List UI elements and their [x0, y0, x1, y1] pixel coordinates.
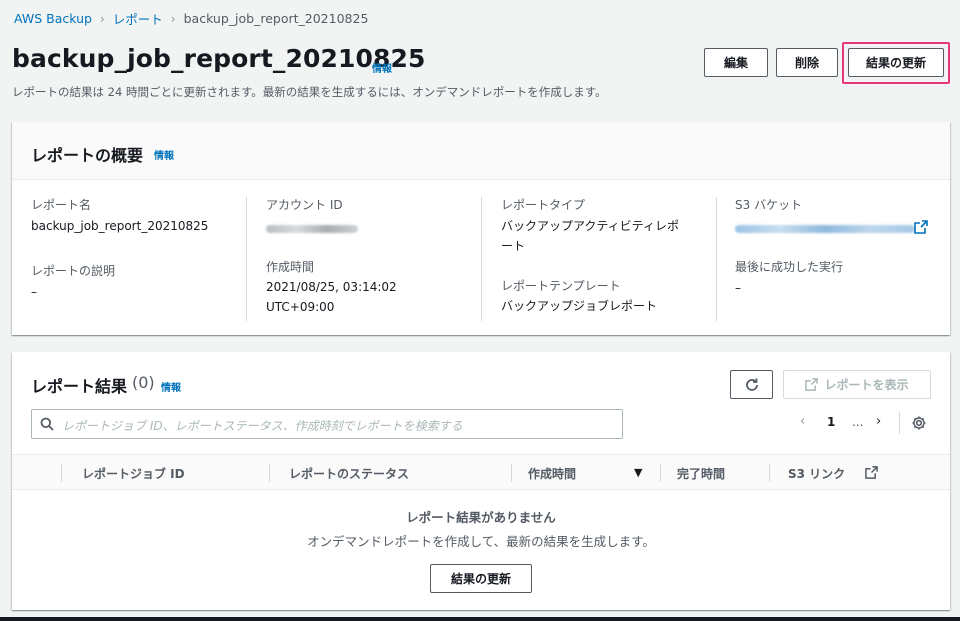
page-description: レポートの結果は 24 時間ごとに更新されます。最新の結果を生成するには、オンデ… [12, 85, 607, 99]
delete-button[interactable]: 削除 [776, 48, 838, 77]
column-header-created-time[interactable]: 作成時間 [528, 465, 576, 482]
account-id-label: アカウント ID [266, 198, 343, 212]
divider [899, 412, 900, 434]
column-divider [716, 197, 717, 321]
report-name-label: レポート名 [31, 198, 92, 212]
view-report-button[interactable]: レポートを表示 [783, 370, 931, 399]
column-divider [481, 197, 482, 321]
breadcrumb-aws-backup[interactable]: AWS Backup [14, 11, 92, 26]
created-time-value: 2021/08/25, 03:14:02 [266, 280, 397, 294]
report-name-value: backup_job_report_20210825 [31, 219, 209, 233]
info-link[interactable]: 情報 [154, 147, 174, 162]
page-number-1[interactable]: 1 [827, 415, 835, 429]
external-link-icon [865, 466, 878, 479]
breadcrumb-reports[interactable]: レポート [113, 9, 163, 28]
info-link[interactable]: 情報 [372, 60, 392, 75]
chevron-right-icon: › [99, 11, 105, 26]
pagination-ellipsis: ... [852, 415, 864, 429]
external-link-icon[interactable] [914, 220, 928, 234]
chevron-right-icon: › [170, 11, 176, 26]
search-input[interactable]: レポートジョブ ID、レポートステータス、作成時刻でレポートを検索する [31, 409, 623, 439]
report-description-value: – [31, 285, 37, 299]
report-template-value: バックアップジョブレポート [501, 299, 658, 313]
window-bottom-edge [0, 617, 960, 621]
empty-state-description: オンデマンドレポートを作成して、最新の結果を生成します。 [307, 534, 655, 549]
breadcrumb: AWS Backup › レポート › backup_job_report_20… [14, 9, 368, 28]
last-successful-run-label: 最後に成功した実行 [735, 260, 844, 274]
breadcrumb-current: backup_job_report_20210825 [183, 11, 369, 26]
account-id-value-redacted [266, 225, 358, 233]
edit-button[interactable]: 編集 [704, 48, 768, 77]
column-header-status[interactable]: レポートのステータス [289, 465, 409, 482]
column-divider [269, 464, 270, 482]
column-header-job-id[interactable]: レポートジョブ ID [82, 465, 185, 482]
created-time-zone: UTC+09:00 [266, 300, 335, 314]
last-successful-run-value: – [735, 281, 741, 295]
next-page-button[interactable]: › [876, 414, 881, 429]
gear-icon[interactable] [911, 415, 927, 431]
panel-title: レポート結果 [31, 377, 128, 396]
refresh-icon [745, 378, 758, 391]
panel-header: レポートの概要 情報 [12, 122, 950, 180]
column-header-completed-time[interactable]: 完了時間 [677, 465, 725, 482]
created-time-label: 作成時間 [266, 260, 315, 274]
column-divider [511, 464, 512, 482]
table-header: レポートジョブ ID レポートのステータス 作成時間 ▼ 完了時間 S3 リンク [12, 454, 950, 490]
s3-bucket-link-redacted[interactable] [735, 225, 915, 233]
external-link-icon [805, 378, 819, 391]
column-header-s3-link[interactable]: S3 リンク [788, 465, 845, 482]
empty-state-title: レポート結果がありません [406, 510, 556, 525]
previous-page-button[interactable]: ‹ [800, 414, 805, 429]
report-type-value: バックアップアクティビティレポ [501, 219, 679, 233]
column-divider [769, 464, 770, 482]
report-description-label: レポートの説明 [31, 264, 116, 278]
report-template-label: レポートテンプレート [501, 279, 621, 293]
report-type-value-cont: ート [501, 239, 526, 253]
column-divider [660, 464, 661, 482]
info-link[interactable]: 情報 [161, 379, 181, 394]
results-count: (0) [132, 373, 155, 392]
s3-bucket-label: S3 バケット [735, 198, 803, 212]
refresh-results-button[interactable]: 結果の更新 [848, 48, 944, 77]
page-title: backup_job_report_20210825 [12, 44, 426, 73]
report-overview-panel: レポートの概要 情報 レポート名 backup_job_report_20210… [12, 122, 950, 335]
sort-descending-icon[interactable]: ▼ [634, 466, 642, 479]
column-divider [61, 464, 62, 482]
refresh-button[interactable] [730, 370, 773, 399]
report-results-panel: レポート結果 (0) 情報 レポートを表示 レポートジョブ ID、レポートステー… [12, 352, 950, 610]
view-report-label: レポートを表示 [824, 378, 909, 392]
column-divider [246, 197, 247, 321]
search-icon [40, 417, 54, 431]
refresh-results-button[interactable]: 結果の更新 [430, 564, 532, 593]
report-type-label: レポートタイプ [501, 198, 586, 212]
search-placeholder: レポートジョブ ID、レポートステータス、作成時刻でレポートを検索する [62, 419, 463, 433]
panel-title: レポートの概要 [31, 146, 144, 165]
